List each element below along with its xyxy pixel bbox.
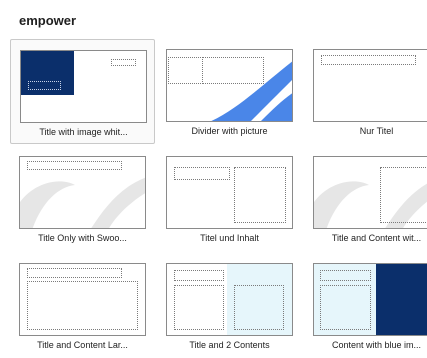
layout-nur-titel[interactable]: Nur Titel: [304, 39, 427, 144]
title-placeholder: [28, 81, 61, 90]
layout-thumbnail: [19, 156, 146, 229]
content-placeholder: [380, 167, 427, 223]
layout-label: Nur Titel: [359, 126, 394, 136]
layout-divider-with-picture[interactable]: Divider with picture: [157, 39, 302, 144]
swoosh-graphic: [211, 61, 292, 121]
layout-label: Title Only with Swoo...: [38, 233, 127, 243]
layout-thumbnail: [166, 156, 293, 229]
title-placeholder: [174, 167, 230, 180]
layout-label: Title and 2 Contents: [189, 340, 270, 350]
content-placeholder: [27, 281, 138, 330]
title-placeholder: [27, 268, 122, 278]
layout-group-title: empower: [19, 13, 77, 28]
layout-title-and-content-large[interactable]: Title and Content Lar...: [10, 253, 155, 358]
title-placeholder: [320, 270, 371, 281]
navy-image-block: [376, 264, 427, 335]
layout-thumbnail: [313, 156, 427, 229]
content-placeholder-left: [174, 285, 224, 330]
layout-title-only-swoosh[interactable]: Title Only with Swoo...: [10, 146, 155, 251]
layout-title-with-image-white[interactable]: Title with image whit...: [10, 39, 155, 144]
layout-label: Content with blue im...: [331, 340, 422, 350]
layout-label: Title and Content wit...: [331, 233, 422, 243]
content-placeholder-right: [234, 285, 284, 330]
layout-thumbnail: [19, 263, 146, 336]
layout-thumbnail: [166, 263, 293, 336]
layout-label: Divider with picture: [191, 126, 268, 136]
layout-thumbnail: [20, 50, 147, 123]
layout-label: Title and Content Lar...: [37, 340, 128, 350]
layout-thumbnail: [166, 49, 293, 122]
layout-content-with-blue-image[interactable]: Content with blue im...: [304, 253, 427, 358]
title-placeholder: [321, 55, 416, 65]
title-placeholder: [174, 270, 224, 281]
layout-titel-und-inhalt[interactable]: Titel und Inhalt: [157, 146, 302, 251]
layout-title-and-2-contents[interactable]: Title and 2 Contents: [157, 253, 302, 358]
text-placeholder: [111, 59, 136, 66]
content-placeholder: [320, 285, 371, 330]
content-placeholder: [234, 167, 286, 223]
layout-thumbnail: [313, 49, 427, 122]
layout-thumbnail: [313, 263, 427, 336]
layout-label: Titel und Inhalt: [200, 233, 259, 243]
layout-label: Title with image whit...: [39, 127, 128, 137]
title-placeholder: [27, 161, 122, 170]
layout-title-and-content-with[interactable]: Title and Content wit...: [304, 146, 427, 251]
